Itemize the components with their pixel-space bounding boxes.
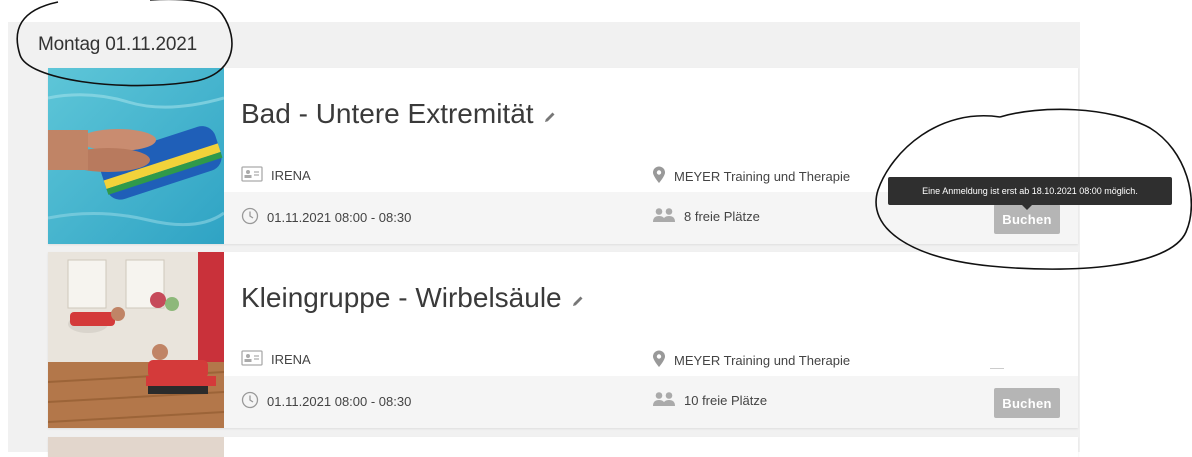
spots-info: 8 freie Plätze [652, 207, 760, 226]
day-heading: Montag 01.11.2021 [38, 34, 197, 55]
course-title: Kleingruppe - Wirbelsäule [241, 282, 586, 316]
map-pin-icon [652, 350, 666, 371]
course-title: Bad - Untere Extremität [241, 98, 558, 132]
course-image [48, 437, 224, 457]
trainer-info: IRENA [241, 166, 311, 185]
time-text: 01.11.2021 08:00 - 08:30 [267, 394, 412, 409]
course-card: Bad - Untere Extremität IRENA MEYER Trai… [48, 68, 1078, 244]
spots-info: 10 freie Plätze [652, 391, 767, 410]
people-icon [652, 391, 676, 410]
clock-icon [241, 391, 259, 412]
location-name: MEYER Training und Therapie [674, 169, 851, 184]
course-image-gym [48, 252, 224, 428]
time-info: 01.11.2021 08:00 - 08:30 [241, 391, 411, 412]
divider [990, 368, 1004, 369]
course-card: Kleingruppe - Wirbelsäule IRENA MEYER Tr… [48, 252, 1078, 428]
id-card-icon [241, 350, 263, 369]
trainer-info: IRENA [241, 350, 311, 369]
course-card-partial [48, 437, 1078, 457]
id-card-icon [241, 166, 263, 185]
course-meta-row: 01.11.2021 08:00 - 08:30 10 freie Plätze… [224, 376, 1078, 428]
spots-text: 8 freie Plätze [684, 209, 760, 224]
location-name: MEYER Training und Therapie [674, 353, 851, 368]
people-icon [652, 207, 676, 226]
time-text: 01.11.2021 08:00 - 08:30 [267, 210, 412, 225]
spots-text: 10 freie Plätze [684, 393, 768, 408]
booking-tooltip: Eine Anmeldung ist erst ab 18.10.2021 08… [888, 177, 1172, 205]
course-info-row: IRENA MEYER Training und Therapie [224, 342, 1078, 376]
location-info: MEYER Training und Therapie [652, 350, 850, 371]
book-button[interactable]: Buchen [994, 388, 1060, 418]
map-pin-icon [652, 166, 666, 187]
clock-icon [241, 207, 259, 228]
course-image-pool [48, 68, 224, 244]
trainer-name: IRENA [271, 352, 311, 367]
trainer-name: IRENA [271, 168, 311, 183]
location-info: MEYER Training und Therapie [652, 166, 850, 187]
tooltip-arrow [1022, 205, 1032, 210]
pencil-icon[interactable] [570, 284, 586, 316]
pencil-icon[interactable] [542, 100, 558, 132]
time-info: 01.11.2021 08:00 - 08:30 [241, 207, 411, 228]
